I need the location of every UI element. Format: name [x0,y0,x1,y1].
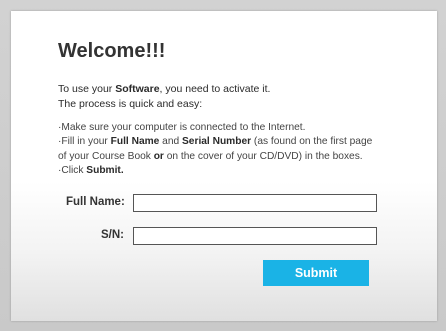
page-title: Welcome!!! [58,40,166,62]
full-name-input[interactable] [133,194,377,212]
serial-number-label: S/N: [101,229,124,241]
instruction-item: of your Course Book or on the cover of y… [58,150,363,162]
submit-button[interactable]: Submit [263,260,369,286]
serial-number-input[interactable] [133,227,377,245]
instruction-item: ·Click Submit. [58,164,124,176]
software-emphasis: Software [115,83,160,95]
intro-line-2: The process is quick and easy: [58,97,203,110]
intro-line-1: To use your Software, you need to activa… [58,83,271,95]
instructions-list: ·Make sure your computer is connected to… [58,121,372,178]
instruction-item: ·Fill in your Full Name and Serial Numbe… [58,136,373,148]
intro-text: To use your Software, you need to activa… [58,82,270,111]
full-name-label: Full Name: [66,196,125,208]
instruction-item: ·Make sure your computer is connected to… [58,122,306,133]
